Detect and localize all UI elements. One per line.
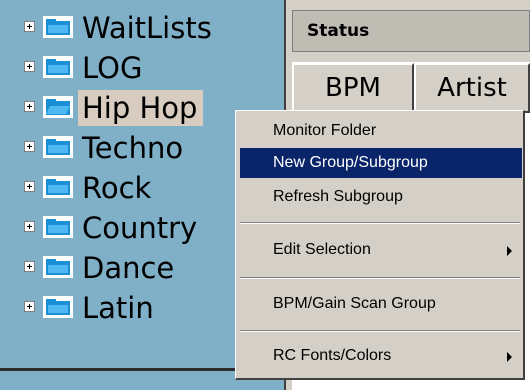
folder-icon (43, 16, 73, 38)
folder-icon (43, 296, 73, 318)
menu-separator (240, 277, 520, 279)
folder-icon (43, 256, 73, 278)
menu-item-label: Refresh Subgroup (273, 188, 403, 205)
menu-separator (240, 330, 520, 332)
expand-icon[interactable] (24, 21, 35, 32)
column-header-bpm[interactable]: BPM (292, 63, 414, 113)
context-menu: Monitor Folder New Group/Subgroup Refres… (235, 110, 525, 380)
folder-icon (43, 176, 73, 198)
tree-node-log[interactable]: LOG (0, 48, 284, 88)
column-headers: BPM Artist (292, 62, 530, 113)
menu-item-label: New Group/Subgroup (273, 154, 428, 171)
menu-item-refresh-subgroup[interactable]: Refresh Subgroup (240, 182, 522, 212)
status-bar: Status (292, 10, 530, 52)
tree-node-label: Rock (82, 171, 152, 205)
menu-separator (240, 222, 520, 224)
menu-item-label: RC Fonts/Colors (273, 347, 392, 364)
menu-item-label: BPM/Gain Scan Group (273, 295, 436, 312)
status-label: Status (307, 21, 370, 41)
menu-item-label: Edit Selection (273, 241, 371, 258)
submenu-arrow-icon (507, 246, 512, 256)
folder-icon (43, 216, 73, 238)
expand-icon[interactable] (24, 181, 35, 192)
menu-item-monitor-folder[interactable]: Monitor Folder (240, 116, 522, 146)
column-header-artist[interactable]: Artist (414, 63, 530, 113)
expand-icon[interactable] (24, 261, 35, 272)
status-top-gap (292, 0, 530, 10)
tree-node-label: LOG (82, 51, 143, 85)
menu-item-bpm-gain-scan-group[interactable]: BPM/Gain Scan Group (240, 289, 522, 319)
menu-item-label: Monitor Folder (273, 122, 377, 139)
tree-node-label: Techno (82, 131, 184, 165)
expand-icon[interactable] (24, 301, 35, 312)
submenu-arrow-icon (507, 352, 512, 362)
menu-item-edit-selection[interactable]: Edit Selection (240, 235, 522, 265)
expand-icon[interactable] (24, 141, 35, 152)
folder-open-icon (43, 96, 73, 118)
folder-icon (43, 136, 73, 158)
menu-item-new-group-subgroup[interactable]: New Group/Subgroup (240, 148, 522, 178)
tree-node-label: Country (82, 211, 198, 245)
tree-node-label: Dance (82, 251, 175, 285)
tree-node-label: Hip Hop (78, 90, 204, 126)
menu-item-rc-fonts-colors[interactable]: RC Fonts/Colors (240, 341, 522, 371)
expand-icon[interactable] (24, 61, 35, 72)
expand-icon[interactable] (24, 221, 35, 232)
tree-node-waitlists[interactable]: WaitLists (0, 8, 284, 48)
expand-icon[interactable] (24, 101, 35, 112)
tree-node-label: Latin (82, 291, 154, 325)
folder-icon (43, 56, 73, 78)
tree-node-label: WaitLists (82, 11, 212, 45)
